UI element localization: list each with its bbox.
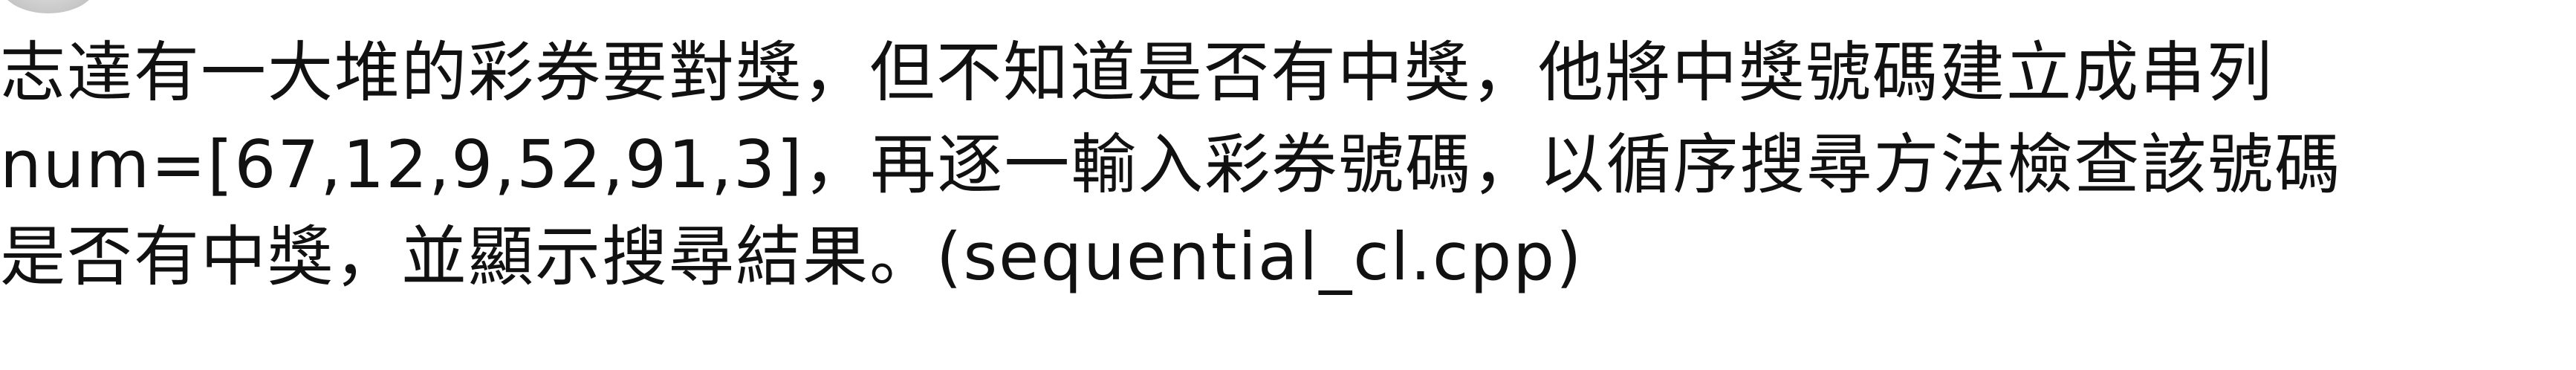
problem-text: 志達有一大堆的彩券要對獎，但不知道是否有中獎，他將中獎號碼建立成串列 num=[… [0,27,2571,303]
text-line: num=[67,12,9,52,91,3]，再逐一輸入彩券號碼，以循序搜尋方法檢… [0,126,2342,203]
corner-mark-graphic [0,0,97,13]
text-line: 是否有中獎，並顯示搜尋結果。(sequential_cl.cpp) [0,218,1583,295]
text-line: 志達有一大堆的彩券要對獎，但不知道是否有中獎，他將中獎號碼建立成串列 [0,34,2274,111]
